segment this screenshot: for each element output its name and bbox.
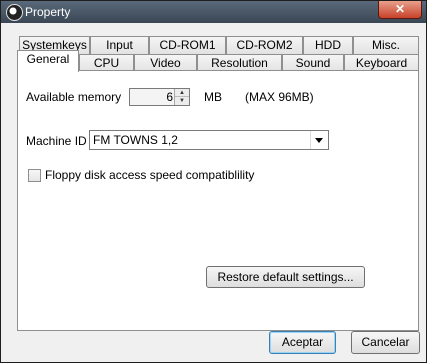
ok-button[interactable]: Aceptar	[269, 331, 336, 354]
machine-id-label: Machine ID	[26, 134, 87, 148]
spin-down-icon[interactable]: ▼	[175, 97, 189, 105]
floppy-label[interactable]: Floppy disk access speed compatiblility	[45, 168, 254, 182]
restore-defaults-button[interactable]: Restore default settings...	[206, 266, 365, 288]
spin-up-icon[interactable]: ▲	[175, 89, 189, 97]
tab-general[interactable]: General	[17, 50, 79, 72]
dialog-body: Systemkeys Input CD-ROM1 CD-ROM2 HDD Mis…	[4, 23, 423, 360]
title-bar[interactable]: Property ✕	[1, 1, 426, 23]
floppy-checkbox[interactable]	[28, 169, 41, 182]
machine-id-select[interactable]: FM TOWNS 1,2	[89, 130, 329, 150]
app-icon	[6, 4, 23, 21]
window-title: Property	[25, 5, 71, 19]
tab-hdd[interactable]: HDD	[303, 36, 353, 54]
machine-id-value: FM TOWNS 1,2	[93, 133, 178, 147]
memory-max-note: (MAX 96MB)	[245, 90, 314, 104]
general-panel	[17, 70, 419, 331]
memory-label: Available memory	[26, 90, 122, 104]
tab-cd-rom2[interactable]: CD-ROM2	[226, 36, 303, 54]
spinner-buttons: ▲ ▼	[174, 89, 189, 105]
tab-input[interactable]: Input	[90, 36, 149, 54]
property-dialog: Property ✕ Systemkeys Input CD-ROM1 CD-R…	[0, 0, 427, 363]
memory-spinner[interactable]: 6 ▲ ▼	[129, 88, 190, 106]
memory-unit: MB	[204, 90, 222, 104]
cancel-button[interactable]: Cancelar	[351, 331, 420, 354]
chevron-down-icon[interactable]	[310, 131, 328, 149]
memory-value[interactable]: 6	[166, 90, 173, 104]
tab-cd-rom1[interactable]: CD-ROM1	[149, 36, 226, 54]
close-button[interactable]: ✕	[378, 1, 422, 19]
tab-misc[interactable]: Misc.	[353, 36, 419, 54]
